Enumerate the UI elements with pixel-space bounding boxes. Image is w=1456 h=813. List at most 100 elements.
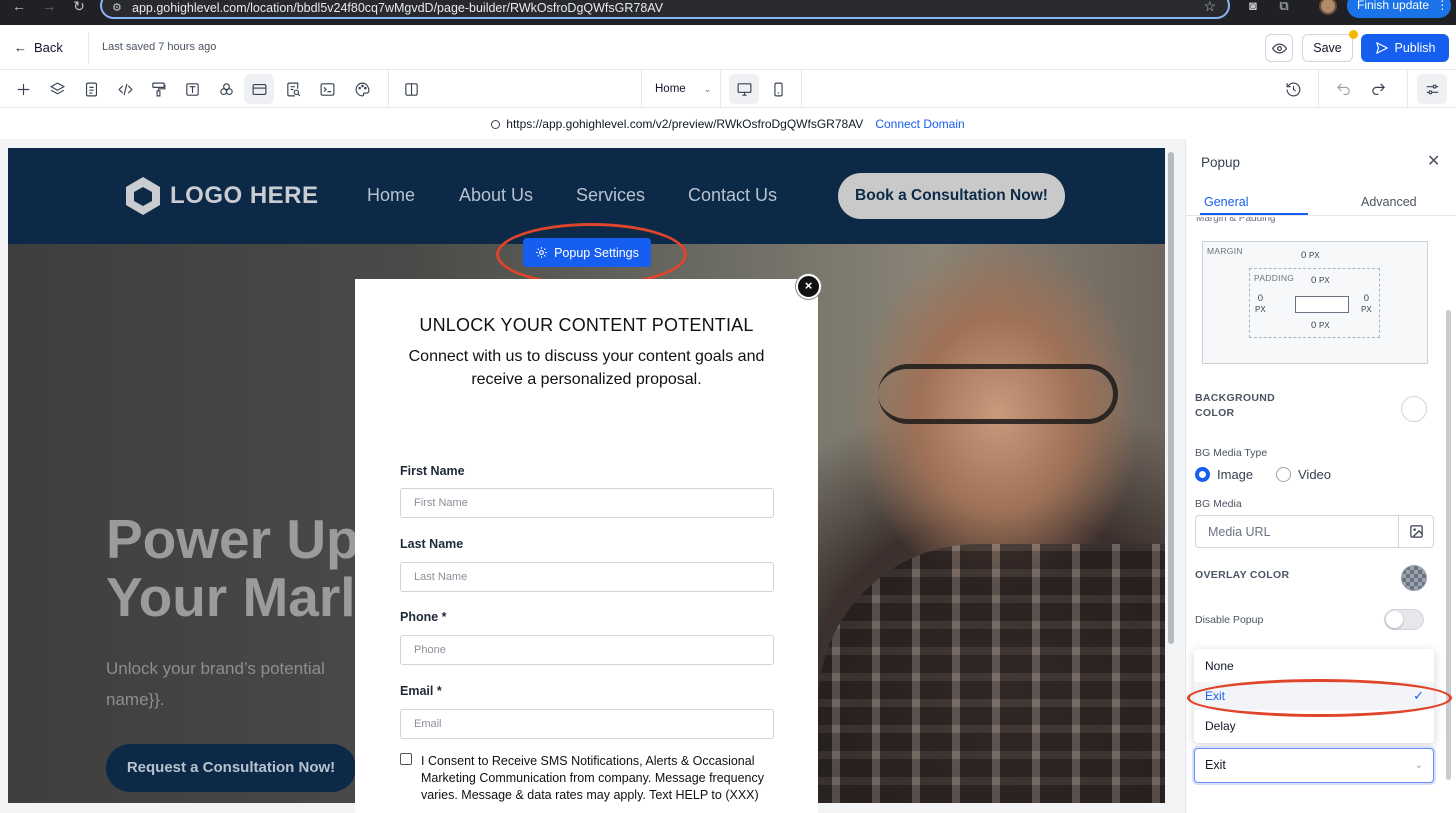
- connect-domain-link[interactable]: Connect Domain: [875, 117, 964, 131]
- divider: [1407, 70, 1408, 108]
- padding-left-number: 0: [1257, 293, 1263, 304]
- padding-bottom-value[interactable]: 0 PX: [1311, 320, 1330, 331]
- avatar[interactable]: [1319, 0, 1337, 15]
- reload-icon[interactable]: ↻: [70, 0, 88, 14]
- star-icon[interactable]: ☆: [1203, 0, 1216, 15]
- columns-icon: [404, 82, 418, 96]
- sections-button[interactable]: [244, 74, 274, 104]
- hero-title[interactable]: Power Up Your Marl: [106, 510, 360, 626]
- canvas-scrollbar-thumb[interactable]: [1168, 152, 1174, 644]
- margin-top-value[interactable]: 0 PX: [1301, 250, 1320, 261]
- settings-panel-button[interactable]: [1417, 74, 1447, 104]
- publish-button[interactable]: Publish: [1361, 34, 1449, 62]
- close-icon[interactable]: ✕: [1427, 151, 1440, 171]
- tab-advanced[interactable]: Advanced: [1361, 195, 1417, 209]
- page-select-value: Home: [655, 83, 686, 95]
- phone-field[interactable]: Phone: [400, 635, 774, 665]
- forward-arrow-icon[interactable]: →: [40, 0, 58, 14]
- builder-header: ← Back Last saved 7 hours ago Save Publi…: [0, 25, 1456, 70]
- first-name-field[interactable]: First Name: [400, 488, 774, 518]
- last-name-field[interactable]: Last Name: [400, 562, 774, 592]
- radio-image-label[interactable]: Image: [1217, 467, 1253, 482]
- preview-url[interactable]: https://app.gohighlevel.com/v2/preview/R…: [506, 117, 863, 131]
- nav-link-contact[interactable]: Contact Us: [688, 185, 777, 206]
- consent-checkbox[interactable]: [400, 753, 412, 765]
- radio-video-label[interactable]: Video: [1298, 467, 1331, 482]
- back-arrow-icon[interactable]: ←: [10, 0, 28, 14]
- camera-icon[interactable]: ◙: [1245, 0, 1261, 14]
- tracking-code-button[interactable]: [312, 74, 342, 104]
- padding-right-value[interactable]: 0 PX: [1361, 293, 1372, 315]
- finish-update-label: Finish update: [1357, 0, 1430, 12]
- chevron-down-icon: ⌄: [1414, 760, 1423, 771]
- media-url-input[interactable]: Media URL: [1195, 515, 1434, 548]
- site-logo[interactable]: LOGO HERE: [122, 175, 319, 217]
- padding-top-value[interactable]: 0 PX: [1311, 275, 1330, 286]
- email-field[interactable]: Email: [400, 709, 774, 739]
- history-button[interactable]: [1278, 74, 1308, 104]
- finish-update-button[interactable]: Finish update ⋮: [1347, 0, 1451, 18]
- unit-label: PX: [1318, 276, 1330, 285]
- padding-left-value[interactable]: 0 PX: [1255, 293, 1266, 315]
- hero-image-detail: [878, 364, 1118, 424]
- code-button[interactable]: [110, 74, 140, 104]
- nav-link-about[interactable]: About Us: [459, 185, 533, 206]
- nav-link-home[interactable]: Home: [367, 185, 415, 206]
- margin-padding-label: Margin & Padding: [1196, 217, 1276, 224]
- media-picker-button[interactable]: [1398, 516, 1433, 547]
- tab-general[interactable]: General: [1204, 195, 1248, 209]
- margin-editor[interactable]: MARGIN 0 PX PADDING 0 PX 0 PX 0 PX 0 PX: [1202, 241, 1428, 364]
- background-color-picker[interactable]: [1401, 396, 1427, 422]
- theme-button[interactable]: [347, 74, 377, 104]
- preview-button[interactable]: [1265, 34, 1293, 62]
- radio-image[interactable]: [1195, 467, 1210, 482]
- desktop-view-button[interactable]: [729, 74, 759, 104]
- redo-button[interactable]: [1363, 74, 1393, 104]
- radio-video[interactable]: [1276, 467, 1291, 482]
- back-button[interactable]: ← Back: [14, 40, 63, 55]
- mobile-view-button[interactable]: [763, 74, 793, 104]
- browser-address-bar[interactable]: ⚙ app.gohighlevel.com/location/bbdl5v24f…: [100, 0, 1230, 19]
- trigger-select[interactable]: Exit ⌄: [1194, 748, 1434, 783]
- pages-button[interactable]: [76, 74, 106, 104]
- phone-label: Phone *: [400, 610, 447, 624]
- elements-button[interactable]: [211, 74, 241, 104]
- image-icon: [1409, 525, 1423, 538]
- gear-icon: [536, 247, 548, 258]
- panel-scrollbar[interactable]: [1446, 310, 1451, 780]
- text-icon: [185, 82, 199, 96]
- desktop-icon: [737, 82, 751, 96]
- trigger-select-value: Exit: [1205, 758, 1226, 772]
- columns-button[interactable]: [396, 74, 426, 104]
- popup-close-button[interactable]: ×: [796, 274, 821, 299]
- logo-text: LOGO HERE: [170, 182, 319, 209]
- unit-label: PX: [1255, 305, 1266, 314]
- tune-icon[interactable]: ⚙: [112, 1, 122, 14]
- book-consultation-button[interactable]: Book a Consultation Now!: [838, 173, 1065, 219]
- request-consultation-button[interactable]: Request a Consultation Now!: [106, 744, 356, 792]
- popup-description[interactable]: Connect with us to discuss your content …: [385, 345, 788, 391]
- page-select[interactable]: Home ⌄: [641, 70, 721, 108]
- last-saved-status: Last saved 7 hours ago: [102, 41, 217, 53]
- dropdown-option-none[interactable]: None: [1194, 652, 1434, 680]
- undo-button[interactable]: [1328, 74, 1358, 104]
- consent-text: I Consent to Receive SMS Notifications, …: [421, 754, 764, 802]
- unit-label: PX: [1308, 251, 1320, 260]
- popup-modal[interactable]: UNLOCK YOUR CONTENT POTENTIAL Connect wi…: [355, 279, 818, 813]
- seo-button[interactable]: [278, 74, 308, 104]
- text-button[interactable]: [177, 74, 207, 104]
- preview-url-bar: https://app.gohighlevel.com/v2/preview/R…: [0, 109, 1456, 139]
- extensions-icon[interactable]: ⧉: [1276, 0, 1292, 14]
- styles-button[interactable]: [143, 74, 173, 104]
- popup-heading[interactable]: UNLOCK YOUR CONTENT POTENTIAL: [355, 315, 818, 336]
- nav-link-services[interactable]: Services: [576, 185, 645, 206]
- padding-bottom-number: 0: [1311, 320, 1317, 331]
- disable-popup-toggle[interactable]: [1384, 609, 1424, 630]
- save-button[interactable]: Save: [1302, 34, 1353, 62]
- overlay-color-picker[interactable]: [1401, 565, 1427, 591]
- add-element-button[interactable]: [8, 74, 38, 104]
- hero-subtitle[interactable]: Unlock your brand’s potential name}}.: [106, 653, 325, 715]
- redo-icon: [1371, 82, 1385, 95]
- popup-settings-button[interactable]: Popup Settings: [523, 238, 651, 267]
- layers-button[interactable]: [42, 74, 72, 104]
